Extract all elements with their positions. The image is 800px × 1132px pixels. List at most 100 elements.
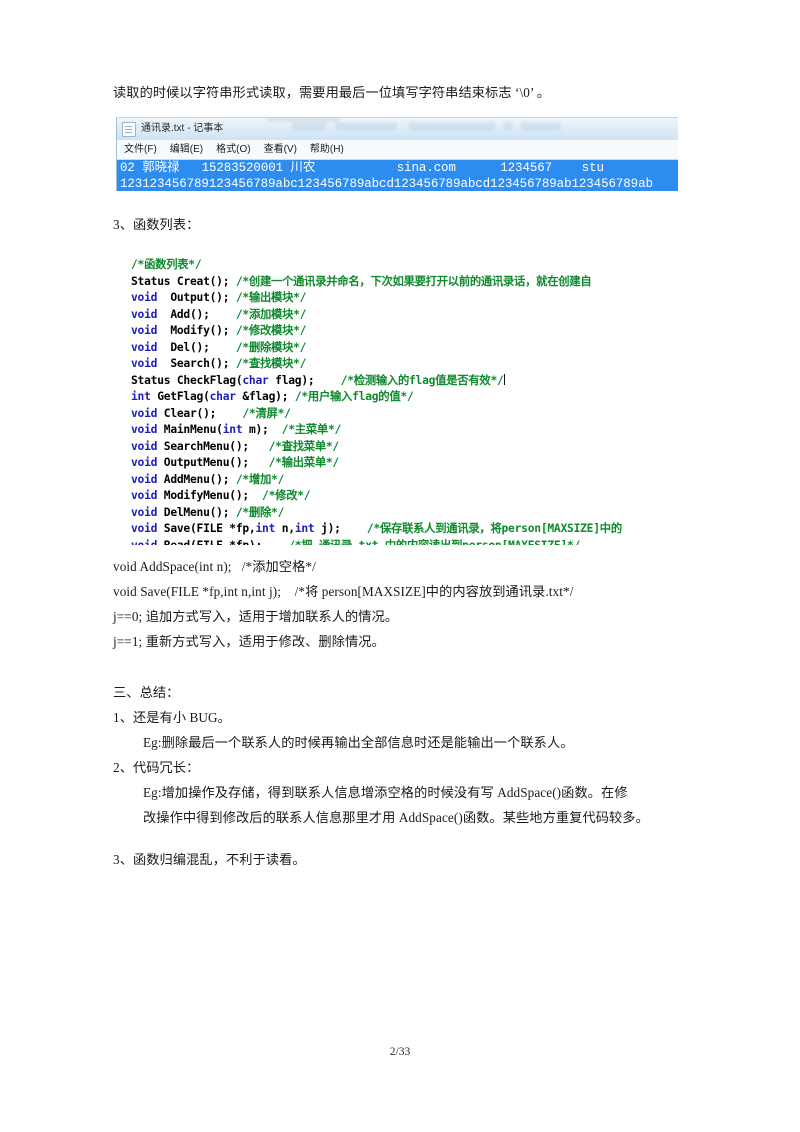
code-comment: /*添加模块*/ xyxy=(235,307,307,321)
summary-item-3: 3、函数归编混乱，不利于读看。 xyxy=(113,852,306,867)
code-text: SearchMenu(); xyxy=(157,439,269,453)
code-text: Modify(); xyxy=(157,324,236,337)
code-keyword: int xyxy=(255,522,276,535)
summary-heading: 三、总结： xyxy=(113,685,180,700)
note-line-1: void AddSpace(int n); /*添加空格*/ xyxy=(113,559,316,574)
code-keyword: void xyxy=(131,439,158,453)
code-text: &flag); xyxy=(235,390,295,403)
code-listing-screenshot: /*函数列表*/ Status Creat(); /*创建一个通讯录并命名，下次如… xyxy=(131,257,691,545)
code-keyword: void xyxy=(131,324,158,337)
blurred-ui-fragment xyxy=(292,122,326,131)
code-keyword: void xyxy=(131,423,158,436)
code-comment: /*修改模块*/ xyxy=(235,324,307,337)
code-comment: /*函数列表*/ xyxy=(131,258,202,271)
code-line: void Save(FILE *fp,int n,int j); /*保存联系人… xyxy=(131,521,691,538)
code-keyword: int xyxy=(131,390,151,403)
code-keyword: void xyxy=(131,357,158,370)
code-keyword: void xyxy=(131,538,158,546)
code-comment: /*查找菜单*/ xyxy=(268,439,340,453)
code-line: Status CheckFlag(char flag); /*检测输入的flag… xyxy=(131,373,691,390)
document-page: 读取的时候以字符串形式读取，需要用最后一位填写字符串结束标志 ‘\0’ 。 通讯… xyxy=(0,0,800,1132)
blurred-ui-fragment xyxy=(503,122,513,131)
code-comment: /*主菜单*/ xyxy=(281,423,342,436)
note-line-4: j==1; 重新方式写入，适用于修改、删除情况。 xyxy=(113,634,385,649)
code-text: MainMenu( xyxy=(157,423,223,436)
notepad-menubar: 文件(F) 编辑(E) 格式(O) 查看(V) 帮助(H) xyxy=(117,140,678,160)
summary-item-1: 1、还是有小 BUG。 xyxy=(113,710,231,725)
blurred-ui-fragment xyxy=(335,122,397,131)
code-comment: /*增加*/ xyxy=(235,472,285,486)
code-text: Clear(); xyxy=(157,406,243,420)
code-text: GetFlag( xyxy=(150,390,210,403)
code-text: j); xyxy=(314,522,367,535)
code-comment: /*用户输入flag的值*/ xyxy=(294,390,414,403)
code-comment: /*修改*/ xyxy=(262,489,311,502)
code-text: ModifyMenu(); xyxy=(157,489,263,502)
intro-paragraph: 读取的时候以字符串形式读取，需要用最后一位填写字符串结束标志 ‘\0’ 。 xyxy=(113,85,551,100)
summary-item-2: 2、代码冗长： xyxy=(113,760,200,775)
code-text: Save(FILE *fp, xyxy=(157,522,256,535)
code-line: void Del(); /*删除模块*/ xyxy=(131,340,691,357)
code-text: Status Creat(); xyxy=(131,274,236,288)
code-text: Del(); xyxy=(157,340,236,354)
code-line: /*函数列表*/ xyxy=(131,257,691,274)
code-line: void Modify(); /*修改模块*/ xyxy=(131,323,691,340)
code-keyword: char xyxy=(209,390,236,403)
notepad-titlebar: 通讯录.txt - 记事本 xyxy=(117,118,678,140)
code-keyword: int xyxy=(294,522,315,535)
code-text: n, xyxy=(275,522,295,535)
code-comment: /*把 通讯录.txt 中的内容读出到person[MAXESIZE]*/ xyxy=(288,538,581,546)
notepad-document-icon xyxy=(122,121,136,137)
notepad-line-1: 02 郭晓禄 15283520001 川农 sina.com 1234567 s… xyxy=(117,160,678,176)
code-keyword: void xyxy=(131,307,158,321)
code-comment: /*删除模块*/ xyxy=(235,340,307,354)
code-text: flag); xyxy=(268,373,341,387)
code-text: Search(); xyxy=(157,357,236,370)
blurred-ui-fragment xyxy=(409,122,495,131)
notepad-text-area[interactable]: 02 郭晓禄 15283520001 川农 sina.com 1234567 s… xyxy=(117,160,678,191)
note-line-2: void Save(FILE *fp,int n,int j); /*将 per… xyxy=(113,584,574,599)
menu-edit[interactable]: 编辑(E) xyxy=(170,144,203,155)
notepad-line-2: 123123456789123456789abc123456789abcd123… xyxy=(117,176,678,191)
code-line: void Clear(); /*清屏*/ xyxy=(131,406,691,423)
page-footer: 2/33 xyxy=(389,1046,411,1058)
code-comment: /*清屏*/ xyxy=(242,406,291,420)
code-comment: /*输出菜单*/ xyxy=(268,456,340,469)
section-heading-function-list: 3、函数列表： xyxy=(113,217,200,232)
code-line: int GetFlag(char &flag); /*用户输入flag的值*/ xyxy=(131,389,691,406)
code-line: void DelMenu(); /*删除*/ xyxy=(131,505,691,522)
code-text: Add(); xyxy=(157,307,236,321)
menu-help[interactable]: 帮助(H) xyxy=(310,144,344,155)
code-keyword: int xyxy=(222,423,243,436)
code-text: m); xyxy=(242,423,282,436)
code-keyword: void xyxy=(131,489,158,502)
notepad-title: 通讯录.txt - 记事本 xyxy=(141,123,224,134)
code-keyword: void xyxy=(131,472,158,486)
code-line: void OutputMenu(); /*输出菜单*/ xyxy=(131,455,691,472)
code-keyword: void xyxy=(131,522,158,535)
code-line: void Output(); /*输出模块*/ xyxy=(131,290,691,307)
code-line: void Search(); /*查找模块*/ xyxy=(131,356,691,373)
code-line: Status Creat(); /*创建一个通讯录并命名，下次如果要打开以前的通… xyxy=(131,274,691,291)
blurred-ui-fragment xyxy=(521,122,561,131)
code-keyword: void xyxy=(131,456,158,469)
code-keyword: void xyxy=(131,340,158,354)
code-line: void Add(); /*添加模块*/ xyxy=(131,307,691,324)
code-line: void Read(FILE *fp); /*把 通讯录.txt 中的内容读出到… xyxy=(131,538,691,546)
page-body: 读取的时候以字符串形式读取，需要用最后一位填写字符串结束标志 ‘\0’ 。 通讯… xyxy=(113,80,691,872)
code-comment: /*查找模块*/ xyxy=(235,357,307,370)
menu-format[interactable]: 格式(O) xyxy=(216,144,250,155)
code-text: AddMenu(); xyxy=(157,472,236,486)
code-text: OutputMenu(); xyxy=(157,456,269,469)
summary-item-1-example: Eg:删除最后一个联系人的时候再输出全部信息时还是能输出一个联系人。 xyxy=(143,735,574,750)
code-text: Output(); xyxy=(157,291,236,304)
code-keyword: void xyxy=(131,505,158,519)
code-comment: /*检测输入的flag值是否有效*/ xyxy=(340,373,504,387)
menu-view[interactable]: 查看(V) xyxy=(264,144,297,155)
menu-file[interactable]: 文件(F) xyxy=(124,144,157,155)
code-comment: /*保存联系人到通讯录，将person[MAXSIZE]中的 xyxy=(366,522,622,535)
notepad-screenshot: 通讯录.txt - 记事本 文件(F) 编辑(E) 格式(O) 查看(V) 帮助… xyxy=(113,117,678,195)
code-text: DelMenu(); xyxy=(157,505,236,519)
code-line: void AddMenu(); /*增加*/ xyxy=(131,472,691,489)
code-keyword: void xyxy=(131,291,158,304)
